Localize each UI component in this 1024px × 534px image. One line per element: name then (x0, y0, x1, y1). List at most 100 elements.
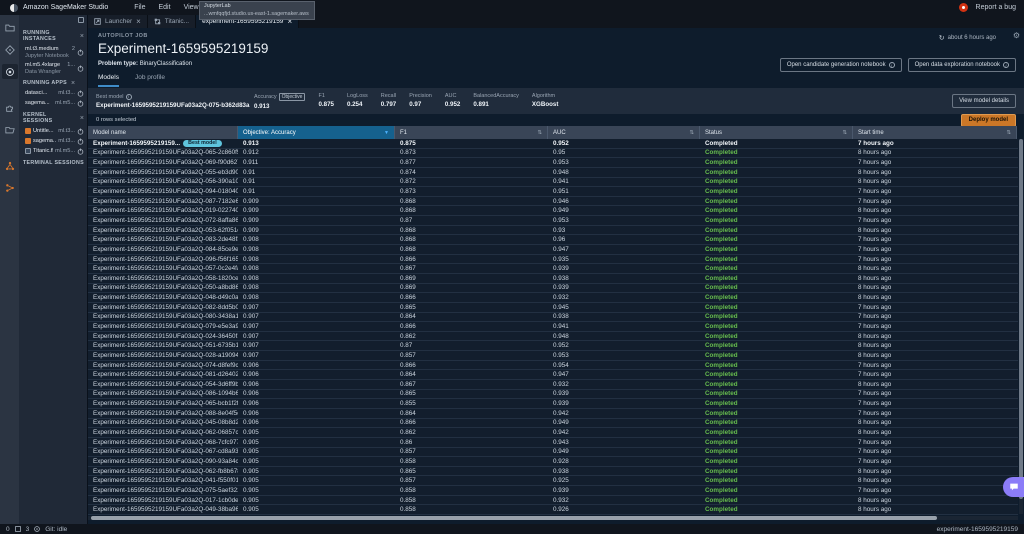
sort-icon[interactable]: ⇅ (537, 130, 542, 136)
info-icon[interactable]: i (126, 94, 132, 100)
table-row[interactable]: Experiment-1659595219159UFa03a2Q-075-5ae… (88, 486, 1018, 496)
session-item[interactable]: ml.t3.medium2Jupyter Notebook (19, 44, 87, 60)
table-row[interactable]: Experiment-1659595219159UFa03a2Q-056-390… (88, 178, 1018, 188)
table-row[interactable]: Experiment-1659595219159...Best model0.9… (88, 139, 1018, 149)
menu-file[interactable]: File (134, 4, 145, 11)
table-row[interactable]: Experiment-1659595219159UFa03a2Q-058-182… (88, 274, 1018, 284)
table-row[interactable]: Experiment-1659595219159UFa03a2Q-050-a8b… (88, 284, 1018, 294)
panel-collapse-icon[interactable] (78, 17, 84, 23)
table-row[interactable]: Experiment-1659595219159UFa03a2Q-019-022… (88, 206, 1018, 216)
column-header-f1[interactable]: F1⇅ (395, 126, 548, 139)
table-row[interactable]: Experiment-1659595219159UFa03a2Q-017-1cb… (88, 496, 1018, 506)
table-row[interactable]: Experiment-1659595219159UFa03a2Q-028-a19… (88, 351, 1018, 361)
table-row[interactable]: Experiment-1659595219159UFa03a2Q-051-673… (88, 341, 1018, 351)
sort-icon[interactable]: ⇅ (842, 130, 847, 136)
sagemaker-experiments-icon[interactable] (2, 158, 18, 173)
section-close-icon[interactable]: × (80, 116, 84, 121)
session-item[interactable]: Untitle...ml.t3... (19, 126, 87, 136)
sort-icon[interactable]: ⇅ (689, 130, 694, 136)
refresh-icon[interactable]: ↻ (939, 34, 945, 42)
kernel-count-icon[interactable] (34, 526, 40, 532)
tab-launcher[interactable]: Launcher× (88, 15, 148, 28)
open-notebook-button[interactable]: Open data exploration notebooki (908, 58, 1016, 72)
section-close-icon[interactable]: × (80, 34, 84, 39)
table-row[interactable]: Experiment-1659595219159UFa03a2Q-065-bcb… (88, 399, 1018, 409)
table-row[interactable]: Experiment-1659595219159UFa03a2Q-054-3d6… (88, 380, 1018, 390)
column-header-auc[interactable]: AUC⇅ (548, 126, 700, 139)
tab-titanic-[interactable]: Titanic... (148, 15, 196, 28)
table-row[interactable]: Experiment-1659595219159UFa03a2Q-086-109… (88, 390, 1018, 400)
table-row[interactable]: Experiment-1659595219159UFa03a2Q-067-cd8… (88, 448, 1018, 458)
table-row[interactable]: Experiment-1659595219159UFa03a2Q-096-f56… (88, 255, 1018, 265)
table-row[interactable]: Experiment-1659595219159UFa03a2Q-084-85c… (88, 245, 1018, 255)
git-status[interactable]: Git: idle (45, 526, 67, 533)
session-item[interactable]: sagema...ml.m5... (19, 98, 87, 108)
session-item[interactable]: ml.m5.4xlarge1...Data Wrangler (19, 60, 87, 76)
table-row[interactable]: Experiment-1659595219159UFa03a2Q-048-d49… (88, 293, 1018, 303)
extensions-icon[interactable] (2, 100, 18, 115)
session-item[interactable]: sagema...ml.t3... (19, 136, 87, 146)
terminals-count[interactable]: 0 (6, 526, 10, 533)
report-a-bug-link[interactable]: Report a bug (976, 4, 1016, 11)
table-row[interactable]: Experiment-1659595219159UFa03a2Q-045-08b… (88, 419, 1018, 429)
table-row[interactable]: Experiment-1659595219159UFa03a2Q-083-2de… (88, 235, 1018, 245)
open-notebook-button[interactable]: Open candidate generation notebooki (780, 58, 902, 72)
table-row[interactable]: Experiment-1659595219159UFa03a2Q-053-62f… (88, 226, 1018, 236)
terminal-count-icon[interactable] (15, 526, 21, 532)
session-item[interactable]: datasci...ml.t3... (19, 88, 87, 98)
sagemaker-pipelines-icon[interactable] (2, 180, 18, 195)
table-row[interactable]: Experiment-1659595219159UFa03a2Q-068-7cf… (88, 438, 1018, 448)
shutdown-power-icon[interactable] (77, 148, 84, 155)
column-header-objective-accuracy[interactable]: Objective: Accuracy▼ (238, 126, 395, 139)
table-row[interactable]: Experiment-1659595219159UFa03a2Q-062-068… (88, 428, 1018, 438)
table-row[interactable]: Experiment-1659595219159UFa03a2Q-049-38b… (88, 505, 1018, 515)
view-model-details-button[interactable]: View model details (952, 94, 1016, 108)
tab-models[interactable]: Models (98, 74, 119, 87)
table-row[interactable]: Experiment-1659595219159UFa03a2Q-079-e5e… (88, 322, 1018, 332)
table-row[interactable]: Experiment-1659595219159UFa03a2Q-088-8e0… (88, 409, 1018, 419)
notification-badge-icon[interactable] (959, 3, 968, 12)
sort-icon[interactable]: ⇅ (1006, 130, 1011, 136)
shutdown-power-icon[interactable] (77, 90, 84, 97)
shutdown-power-icon[interactable] (77, 49, 84, 56)
menu-edit[interactable]: Edit (159, 4, 171, 11)
table-row[interactable]: Experiment-1659595219159UFa03a2Q-062-fb8… (88, 467, 1018, 477)
column-header-start-time[interactable]: Start time⇅ (853, 126, 1017, 139)
column-header-status[interactable]: Status⇅ (700, 126, 853, 139)
table-row[interactable]: Experiment-1659595219159UFa03a2Q-057-0c2… (88, 264, 1018, 274)
table-row[interactable]: Experiment-1659595219159UFa03a2Q-087-718… (88, 197, 1018, 207)
table-row[interactable]: Experiment-1659595219159UFa03a2Q-082-8dd… (88, 303, 1018, 313)
shutdown-power-icon[interactable] (77, 128, 84, 135)
table-row[interactable]: Experiment-1659595219159UFa03a2Q-024-364… (88, 332, 1018, 342)
tab-job-profile[interactable]: Job profile (135, 74, 165, 87)
table-row[interactable]: Experiment-1659595219159UFa03a2Q-094-018… (88, 187, 1018, 197)
table-row[interactable]: Experiment-1659595219159UFa03a2Q-072-8af… (88, 216, 1018, 226)
shutdown-power-icon[interactable] (77, 65, 84, 72)
git-icon[interactable] (2, 42, 18, 57)
horizontal-scrollbar[interactable] (88, 516, 1018, 520)
table-row[interactable]: Experiment-1659595219159UFa03a2Q-055-eb3… (88, 168, 1018, 178)
sort-desc-icon[interactable]: ▼ (384, 130, 389, 136)
session-item[interactable]: Titanic.fl...ml.m5... (19, 146, 87, 156)
settings-gear-icon[interactable]: ⚙ (1013, 31, 1020, 40)
chat-fab-button[interactable] (1003, 477, 1024, 497)
table-row[interactable]: Experiment-1659595219159UFa03a2Q-081-d26… (88, 370, 1018, 380)
shutdown-power-icon[interactable] (77, 138, 84, 145)
table-row[interactable]: Experiment-1659595219159UFa03a2Q-080-343… (88, 313, 1018, 323)
open-tabs-icon[interactable] (2, 122, 18, 137)
kernels-count[interactable]: 3 (26, 526, 30, 533)
section-close-icon[interactable]: × (71, 81, 75, 86)
table-row[interactable]: Experiment-1659595219159UFa03a2Q-065-2c8… (88, 149, 1018, 159)
vertical-scrollbar[interactable] (1019, 139, 1023, 514)
deploy-model-button[interactable]: Deploy model (961, 114, 1016, 127)
table-row[interactable]: Experiment-1659595219159UFa03a2Q-041-f55… (88, 476, 1018, 486)
running-terminals-icon[interactable] (2, 64, 18, 79)
table-row[interactable]: Experiment-1659595219159UFa03a2Q-069-f90… (88, 158, 1018, 168)
table-row[interactable]: Experiment-1659595219159UFa03a2Q-090-93a… (88, 457, 1018, 467)
table-row[interactable]: Experiment-1659595219159UFa03a2Q-074-d8f… (88, 361, 1018, 371)
file-browser-icon[interactable] (2, 20, 18, 35)
shutdown-power-icon[interactable] (77, 100, 84, 107)
tab-close-icon[interactable]: × (136, 19, 141, 25)
menu-view[interactable]: View (184, 4, 199, 11)
column-header-model-name[interactable]: Model name (88, 126, 238, 139)
